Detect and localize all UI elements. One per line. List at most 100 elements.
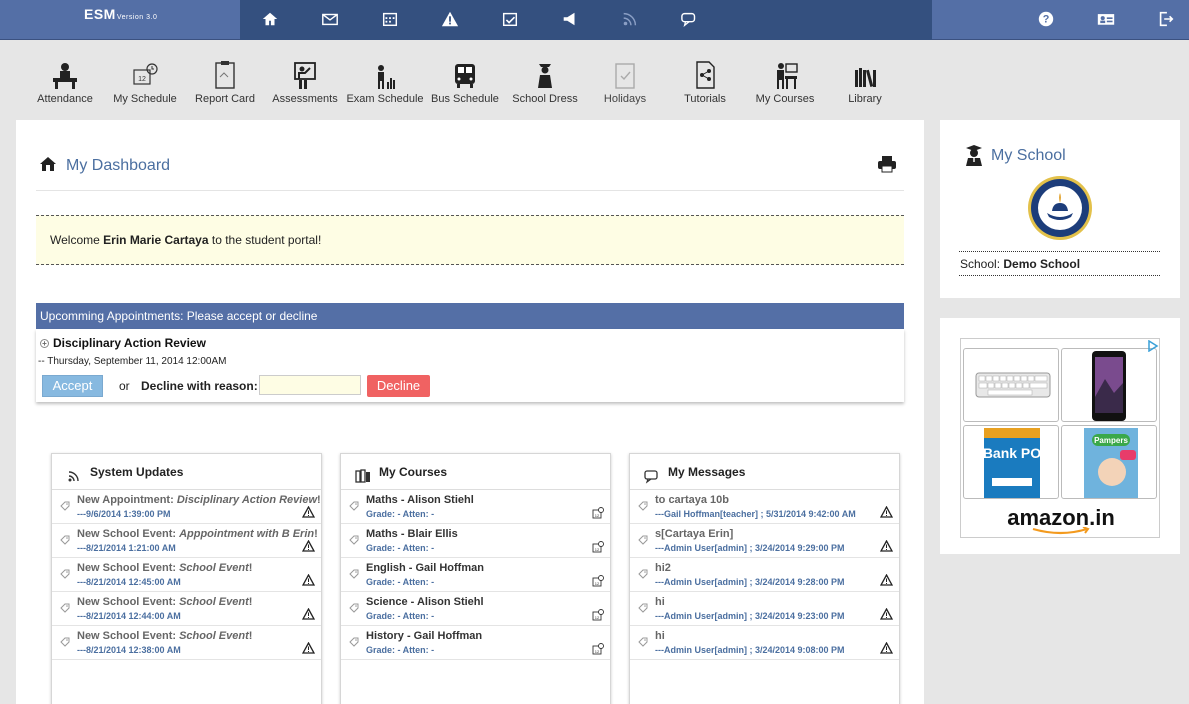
- tag-icon: [60, 568, 70, 579]
- rss-icon: [68, 470, 79, 481]
- message-item[interactable]: hi ---Admin User[admin] ; 3/24/2014 9:08:…: [630, 626, 899, 660]
- toolbar-assessments[interactable]: Assessments: [260, 58, 350, 105]
- course-item[interactable]: Maths - Alison Stiehl Grade: - Atten: - 12: [341, 490, 610, 524]
- update-name[interactable]: Disciplinary Action Review: [177, 494, 317, 506]
- expand-icon[interactable]: +: [40, 339, 49, 348]
- message-item[interactable]: to cartaya 10b ---Gail Hoffman[teacher] ;…: [630, 490, 899, 524]
- decline-button[interactable]: Decline: [367, 375, 430, 397]
- amazon-ad[interactable]: Bank PO Pampers amazon.in: [960, 338, 1160, 538]
- message-item[interactable]: hi ---Admin User[admin] ; 3/24/2014 9:23:…: [630, 592, 899, 626]
- toolbar-my-schedule[interactable]: 12 My Schedule: [100, 58, 190, 105]
- course-name[interactable]: Maths - Alison Stiehl: [366, 494, 610, 507]
- message-subject[interactable]: hi2: [655, 562, 899, 575]
- update-name[interactable]: Apppointment with B Erin: [179, 528, 314, 540]
- toolbar-label: My Schedule: [113, 93, 177, 105]
- calendar-icon[interactable]: [378, 8, 402, 30]
- accept-button[interactable]: Accept: [42, 375, 103, 397]
- my-courses-icon: [740, 58, 830, 90]
- mail-icon[interactable]: [318, 8, 342, 30]
- message-subject[interactable]: to cartaya 10b: [655, 494, 899, 507]
- chat-icon[interactable]: [678, 8, 702, 30]
- update-suffix: !: [248, 596, 253, 608]
- ad-product-phone[interactable]: [1061, 348, 1157, 422]
- amazon-logo[interactable]: amazon.in: [961, 505, 1161, 535]
- alert-icon: [879, 573, 894, 586]
- course-item[interactable]: Maths - Blair Ellis Grade: - Atten: - 12: [341, 524, 610, 558]
- rss-icon[interactable]: [618, 8, 642, 30]
- help-icon[interactable]: ?: [1034, 8, 1058, 30]
- toolbar-attendance[interactable]: Attendance: [20, 58, 110, 105]
- update-text: New School Event: Apppointment with B Er…: [77, 528, 321, 541]
- profile-card-icon[interactable]: [1094, 8, 1118, 30]
- toolbar-exam-schedule[interactable]: Exam Schedule: [340, 58, 430, 105]
- schedule-icon[interactable]: 12: [592, 643, 604, 655]
- course-name[interactable]: Science - Alison Stiehl: [366, 596, 610, 609]
- books-icon: [355, 468, 370, 483]
- appointment-title[interactable]: + Disciplinary Action Review: [40, 336, 206, 350]
- update-item[interactable]: New School Event: School Event! ---8/21/2…: [52, 592, 321, 626]
- svg-text:12: 12: [595, 615, 600, 620]
- calendar-check-icon[interactable]: [498, 8, 522, 30]
- course-item[interactable]: Science - Alison Stiehl Grade: - Atten: -…: [341, 592, 610, 626]
- toolbar-my-courses[interactable]: My Courses: [740, 58, 830, 105]
- schedule-icon[interactable]: 12: [592, 507, 604, 519]
- adchoices-icon[interactable]: [1147, 339, 1159, 353]
- toolbar-school-dress[interactable]: School Dress: [500, 58, 590, 105]
- update-item[interactable]: New School Event: School Event! ---8/21/2…: [52, 626, 321, 660]
- toolbar-bus-schedule[interactable]: Bus Schedule: [420, 58, 510, 105]
- message-subject[interactable]: s[Cartaya Erin]: [655, 528, 899, 541]
- update-item[interactable]: New Appointment: Disciplinary Action Rev…: [52, 490, 321, 524]
- appointments-header: Upcomming Appointments: Please accept or…: [36, 303, 904, 329]
- home-icon[interactable]: [258, 8, 282, 30]
- update-item[interactable]: New School Event: Apppointment with B Er…: [52, 524, 321, 558]
- update-name[interactable]: School Event: [179, 630, 249, 642]
- update-date: ---8/21/2014 12:44:00 AM: [77, 611, 181, 621]
- ad-product-book[interactable]: Bank PO: [963, 425, 1059, 499]
- chat-icon: [644, 469, 658, 484]
- tutorials-icon: [660, 58, 750, 90]
- tag-icon: [638, 534, 648, 545]
- ad-product-diapers[interactable]: Pampers: [1061, 425, 1157, 499]
- message-meta: ---Admin User[admin] ; 3/24/2014 9:23:00…: [655, 611, 845, 621]
- page-title: My Dashboard: [66, 157, 171, 174]
- alert-icon: [301, 573, 316, 586]
- toolbar-label: My Courses: [755, 93, 815, 105]
- appointment-date: -- Thursday, September 11, 2014 12:00AM: [38, 356, 227, 367]
- toolbar-holidays[interactable]: Holidays: [580, 58, 670, 105]
- update-name[interactable]: School Event: [179, 596, 249, 608]
- message-item[interactable]: hi2 ---Admin User[admin] ; 3/24/2014 9:28…: [630, 558, 899, 592]
- course-name[interactable]: Maths - Blair Ellis: [366, 528, 610, 541]
- course-name[interactable]: English - Gail Hoffman: [366, 562, 610, 575]
- decline-reason-input[interactable]: [259, 375, 361, 395]
- message-subject[interactable]: hi: [655, 630, 899, 643]
- toolbar-tutorials[interactable]: Tutorials: [660, 58, 750, 105]
- exam-schedule-icon: [340, 58, 430, 90]
- alert-icon[interactable]: [438, 8, 462, 30]
- schedule-icon[interactable]: 12: [592, 575, 604, 587]
- message-meta: ---Admin User[admin] ; 3/24/2014 9:28:00…: [655, 577, 845, 587]
- course-item[interactable]: English - Gail Hoffman Grade: - Atten: - 1…: [341, 558, 610, 592]
- holidays-icon: [580, 58, 670, 90]
- print-icon[interactable]: [876, 154, 898, 174]
- schedule-icon[interactable]: 12: [592, 541, 604, 553]
- brand-logo[interactable]: ESMVersion 3.0: [84, 6, 157, 22]
- ad-product-keyboard[interactable]: [963, 348, 1059, 422]
- alert-icon: [301, 539, 316, 552]
- my-courses-header: My Courses: [341, 454, 610, 490]
- course-item[interactable]: History - Gail Hoffman Grade: - Atten: - 1…: [341, 626, 610, 660]
- update-suffix: !: [248, 562, 253, 574]
- schedule-icon[interactable]: 12: [592, 609, 604, 621]
- megaphone-icon[interactable]: [558, 8, 582, 30]
- message-item[interactable]: s[Cartaya Erin] ---Admin User[admin] ; 3/…: [630, 524, 899, 558]
- logout-icon[interactable]: [1154, 8, 1178, 30]
- update-item[interactable]: New School Event: School Event! ---8/21/2…: [52, 558, 321, 592]
- toolbar-library[interactable]: Library: [820, 58, 910, 105]
- course-name[interactable]: History - Gail Hoffman: [366, 630, 610, 643]
- course-grade: Grade: - Atten: -: [366, 509, 435, 519]
- system-updates-box: System Updates New Appointment: Discipli…: [51, 453, 322, 704]
- toolbar-report-card[interactable]: Report Card: [180, 58, 270, 105]
- student-name: Erin Marie Cartaya: [103, 233, 209, 247]
- report-card-icon: [180, 58, 270, 90]
- update-name[interactable]: School Event: [179, 562, 249, 574]
- message-subject[interactable]: hi: [655, 596, 899, 609]
